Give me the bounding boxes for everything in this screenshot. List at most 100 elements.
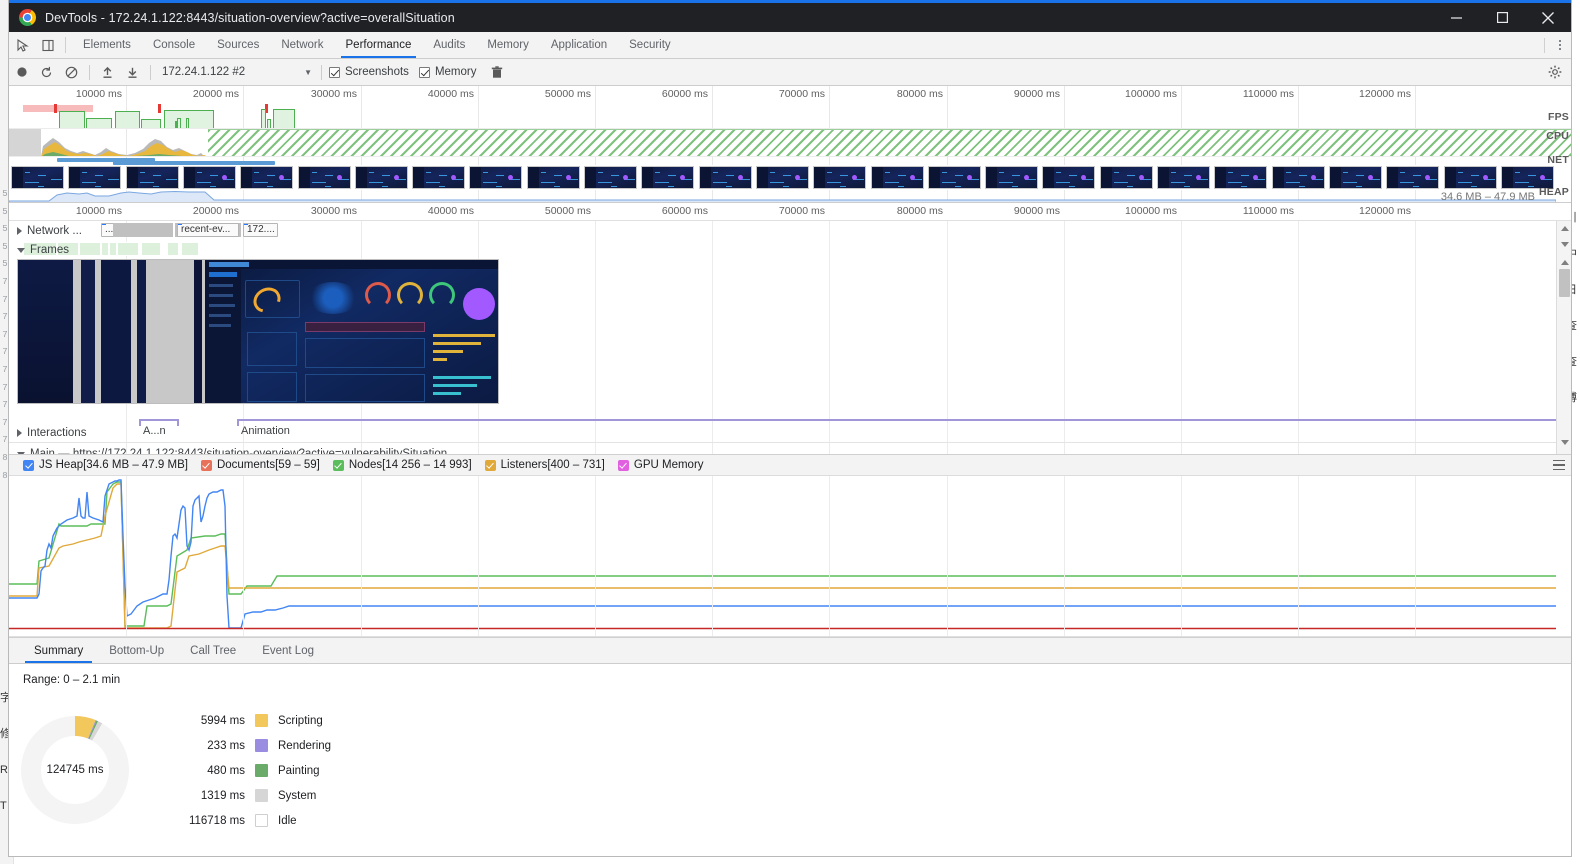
interactions-track-label: Interactions [27, 427, 87, 439]
filmstrip-thumbnail[interactable] [240, 166, 294, 189]
frame-cell[interactable] [167, 242, 179, 256]
device-toolbar-icon[interactable] [35, 32, 61, 58]
frame-cell[interactable] [79, 242, 101, 256]
tab-audits[interactable]: Audits [422, 32, 476, 58]
frame-cell[interactable] [101, 242, 109, 256]
filmstrip-thumbnail[interactable] [1042, 166, 1096, 189]
filmstrip-thumbnail[interactable] [755, 166, 809, 189]
frame-cell[interactable] [109, 242, 117, 256]
tab-call-tree[interactable]: Call Tree [177, 638, 249, 663]
memory-checkbox[interactable]: Memory [417, 66, 485, 78]
inspect-element-icon[interactable] [9, 32, 35, 58]
scroll-down-arrow-icon[interactable] [1557, 237, 1571, 252]
chevron-down-icon [17, 247, 25, 253]
filmstrip-thumbnail[interactable] [1099, 166, 1153, 189]
filmstrip-thumbnail[interactable] [68, 166, 122, 189]
flame-chart[interactable]: Network ... ... recent-ev... 172.... Fra… [9, 221, 1571, 455]
counters-gridline [361, 476, 362, 637]
filmstrip-thumbnail[interactable] [354, 166, 408, 189]
filmstrip-thumbnail[interactable] [870, 166, 924, 189]
reload-and-record-button[interactable] [34, 59, 59, 86]
scrollbar-thumb[interactable] [1559, 269, 1570, 297]
maximize-button[interactable] [1479, 3, 1525, 32]
flame-vertical-scrollbar[interactable] [1556, 221, 1571, 454]
interaction-item-label[interactable]: A...n [143, 425, 166, 437]
record-button[interactable] [9, 59, 34, 86]
network-request-chip[interactable]: 172.... [243, 223, 278, 237]
tab-summary[interactable]: Summary [21, 638, 96, 663]
filmstrip-thumbnail[interactable] [1386, 166, 1440, 189]
frame-cell[interactable] [141, 242, 161, 256]
filmstrip-thumbnail[interactable] [125, 166, 179, 189]
fps-marker [54, 104, 57, 113]
devtools-tab-bar: Elements Console Sources Network Perform… [9, 32, 1571, 59]
delete-recording-button[interactable] [484, 59, 509, 86]
filmstrip-thumbnail[interactable] [526, 166, 580, 189]
frames-screenshot-strip[interactable] [17, 259, 499, 404]
tab-bottom-up[interactable]: Bottom-Up [96, 638, 177, 663]
filmstrip-thumbnail[interactable] [985, 166, 1039, 189]
counter-toggle-listeners[interactable]: Listeners[400 – 731] [484, 459, 605, 471]
track-header-frames[interactable]: Frames [9, 241, 69, 259]
load-profile-button[interactable] [95, 59, 120, 86]
tab-application-label: Application [550, 39, 608, 51]
tab-network[interactable]: Network [270, 32, 334, 58]
track-header-main[interactable]: Main — https://172.24.1.122:8443/situati… [9, 445, 447, 454]
session-selector[interactable]: 172.24.1.122 #2 ▼ [156, 66, 316, 78]
filmstrip-thumbnail[interactable] [1328, 166, 1382, 189]
settings-gear-button[interactable] [1542, 59, 1567, 86]
filmstrip-thumbnail[interactable] [927, 166, 981, 189]
overview-pane[interactable]: 10000 ms 20000 ms 30000 ms 40000 ms 50000 ms… [9, 86, 1571, 203]
filmstrip-thumbnail[interactable] [584, 166, 637, 189]
screenshots-checkbox[interactable]: Screenshots [327, 66, 417, 78]
counters-menu-icon[interactable] [1553, 460, 1565, 473]
frame-cell[interactable] [117, 242, 139, 256]
interaction-item-label[interactable]: Animation [241, 425, 290, 437]
counter-toggle-documents[interactable]: Documents[59 – 59] [200, 459, 320, 471]
clear-button[interactable] [59, 59, 84, 86]
filmstrip-thumbnail[interactable] [412, 166, 466, 189]
frame-cell[interactable] [181, 242, 199, 256]
scroll-up-arrow-icon[interactable] [1557, 221, 1571, 236]
filmstrip-thumbnail[interactable] [11, 166, 64, 189]
scroll-down-arrow-icon-2[interactable] [1557, 435, 1571, 450]
more-options-icon[interactable] [1549, 38, 1571, 52]
minimize-button[interactable] [1433, 3, 1479, 32]
close-button[interactable] [1525, 3, 1571, 32]
tab-security[interactable]: Security [618, 32, 682, 58]
track-header-network[interactable]: Network ... [9, 222, 82, 240]
memory-counters-chart[interactable] [9, 476, 1571, 638]
counters-gridline [478, 476, 479, 637]
filmstrip-thumbnail[interactable] [297, 166, 351, 189]
network-request-chip[interactable]: recent-ev... [177, 223, 239, 237]
save-profile-button[interactable] [120, 59, 145, 86]
tab-sources[interactable]: Sources [206, 32, 270, 58]
overview-tick-label: 40000 ms [427, 88, 474, 100]
tab-elements[interactable]: Elements [72, 32, 142, 58]
tab-event-log[interactable]: Event Log [249, 638, 327, 663]
tab-performance[interactable]: Performance [335, 32, 423, 58]
screenshots-label: Screenshots [345, 66, 409, 78]
counter-label-js-heap: JS Heap[34.6 MB – 47.9 MB] [39, 459, 188, 471]
filmstrip-thumbnail[interactable] [1157, 166, 1210, 189]
filmstrip-thumbnail[interactable] [1214, 166, 1268, 189]
tab-console[interactable]: Console [142, 32, 206, 58]
counter-toggle-js-heap[interactable]: JS Heap[34.6 MB – 47.9 MB] [23, 459, 188, 471]
counter-toggle-gpu-memory[interactable]: GPU Memory [617, 459, 704, 471]
tab-memory[interactable]: Memory [476, 32, 540, 58]
overview-filmstrip[interactable] [9, 165, 1571, 190]
filmstrip-thumbnail[interactable] [1271, 166, 1325, 189]
filmstrip-thumbnail[interactable] [641, 166, 695, 189]
filmstrip-thumbnail[interactable] [469, 166, 523, 189]
flame-tick-label: 80000 ms [896, 205, 943, 217]
filmstrip-thumbnail[interactable] [1443, 166, 1497, 189]
scroll-up-arrow-icon-2[interactable] [1557, 255, 1571, 270]
track-header-interactions[interactable]: Interactions [9, 424, 86, 442]
frame-screenshot [101, 260, 131, 403]
title-bar: DevTools - 172.24.1.122:8443/situation-o… [9, 0, 1571, 32]
counter-toggle-nodes[interactable]: Nodes[14 256 – 14 993] [332, 459, 472, 471]
filmstrip-thumbnail[interactable] [182, 166, 236, 189]
tab-application[interactable]: Application [540, 32, 618, 58]
filmstrip-thumbnail[interactable] [813, 166, 867, 189]
filmstrip-thumbnail[interactable] [698, 166, 752, 189]
